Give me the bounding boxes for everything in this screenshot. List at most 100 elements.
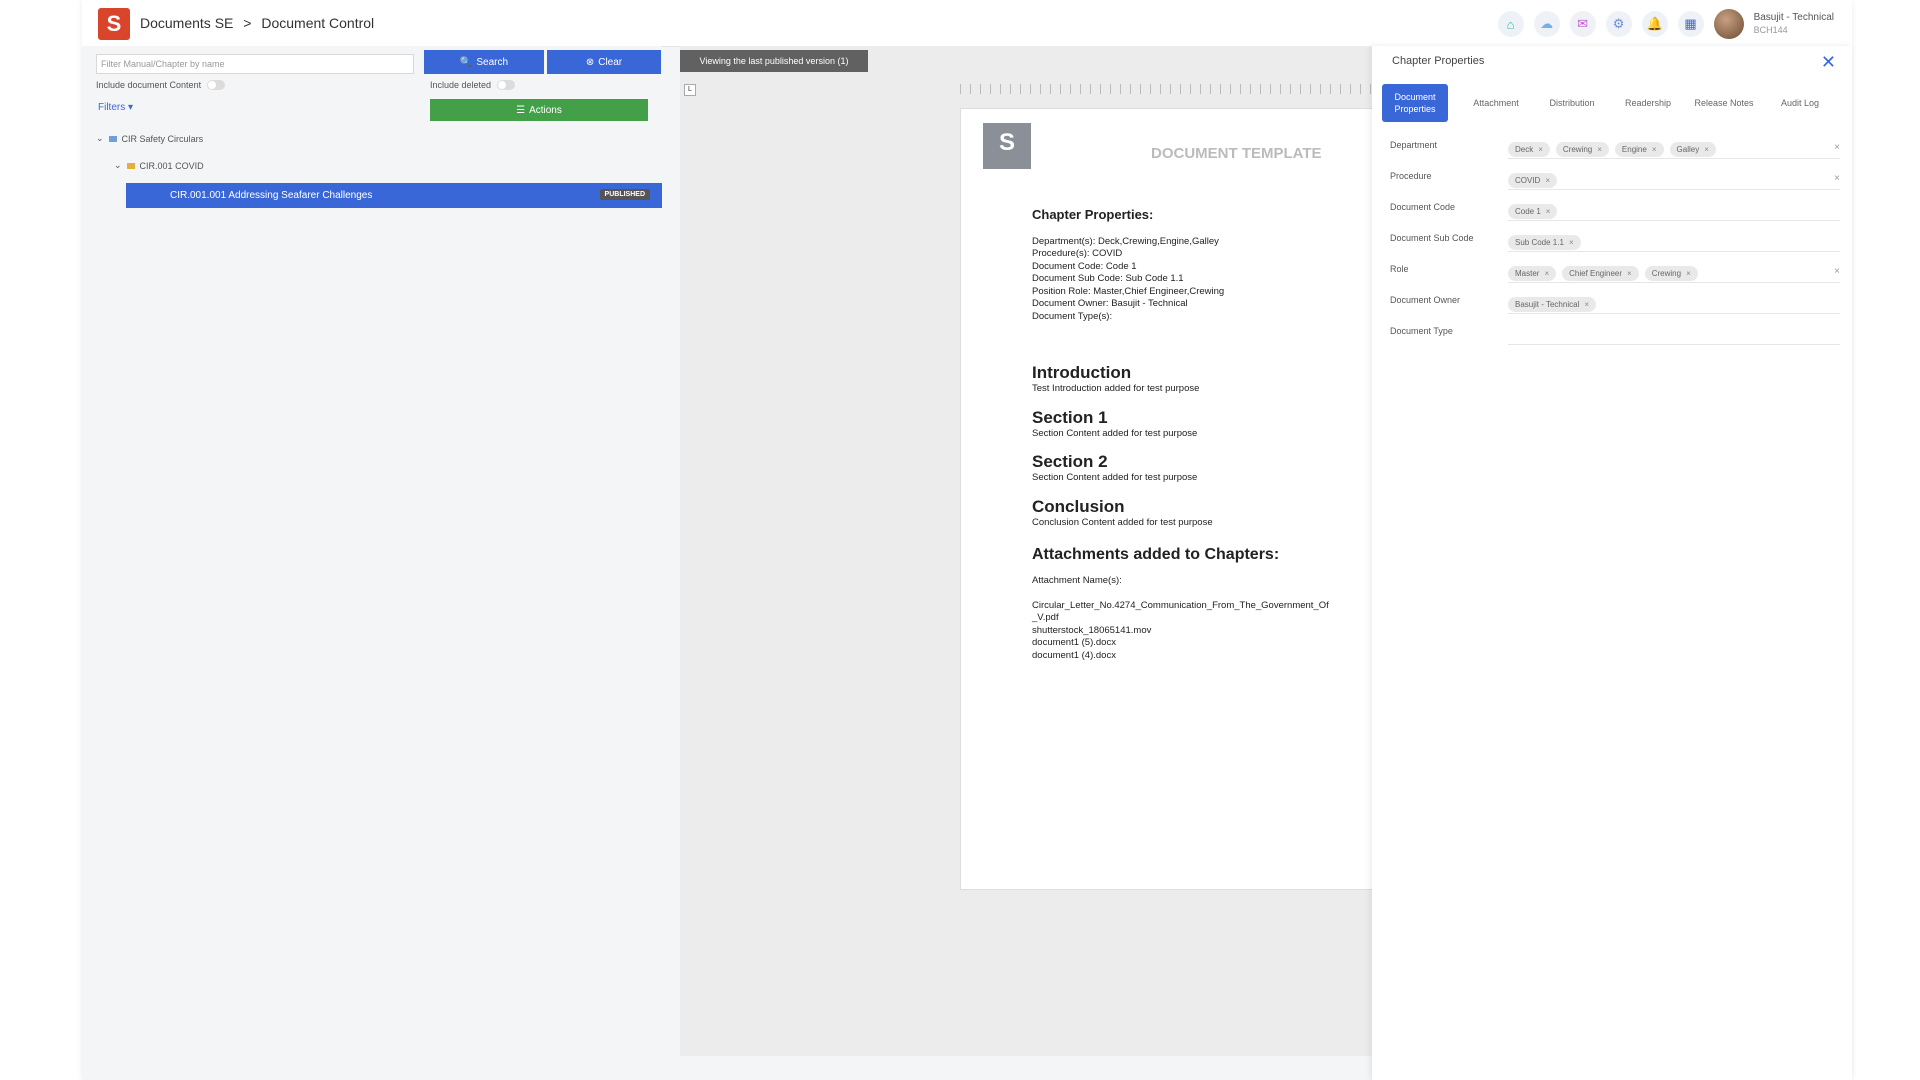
breadcrumb-document-control[interactable]: Document Control — [261, 15, 374, 31]
property-row: Document Sub Code Sub Code 1.1 × — [1390, 229, 1840, 259]
field-underline — [1508, 313, 1840, 314]
close-icon[interactable]: ✕ — [1821, 52, 1836, 73]
chip-remove-icon[interactable]: × — [1544, 269, 1549, 278]
chip-remove-icon[interactable]: × — [1652, 145, 1657, 154]
tab-release-notes[interactable]: Release Notes — [1686, 84, 1762, 122]
section-text: Test Introduction added for test purpose — [1032, 383, 1200, 394]
include-deleted-toggle[interactable] — [497, 80, 516, 90]
include-deleted-label: Include deleted — [430, 80, 492, 90]
document-viewer: Viewing the last published version (1) L… — [680, 46, 1384, 1056]
document-page: S DOCUMENT TEMPLATE Chapter Properties: … — [960, 108, 1384, 890]
chevron-down-icon: ▾ — [128, 102, 134, 113]
mail-icon[interactable]: ✉ — [1569, 11, 1596, 37]
tab-readership[interactable]: Readership — [1610, 84, 1686, 122]
menu-icon: ☰ — [516, 104, 526, 116]
clear-field-icon[interactable]: × — [1834, 173, 1840, 184]
chip-remove-icon[interactable]: × — [1546, 207, 1551, 216]
filter-input[interactable]: Filter Manual/Chapter by name — [96, 54, 414, 74]
property-chips[interactable]: Sub Code 1.1 × — [1508, 235, 1581, 250]
attachment-name: Circular_Letter_No.4274_Communication_Fr… — [1032, 599, 1329, 611]
chip-label: Engine — [1621, 145, 1647, 154]
prop-line: Document Sub Code: Sub Code 1.1 — [1032, 273, 1184, 284]
user-id: BCH144 — [1753, 25, 1788, 35]
chip-remove-icon[interactable]: × — [1627, 269, 1632, 278]
field-underline — [1508, 282, 1840, 283]
property-row: Department Deck × Crewing × Engine × Galley × × — [1390, 136, 1840, 166]
section-title: Introduction — [1032, 363, 1132, 382]
breadcrumb-documents[interactable]: Documents SE — [140, 15, 233, 31]
tab-audit-log[interactable]: Audit Log — [1762, 84, 1838, 122]
attachment-name: document1 (4).docx — [1032, 649, 1116, 661]
clear-label: Clear — [598, 56, 623, 68]
version-banner[interactable]: Viewing the last published version (1) — [680, 50, 868, 72]
property-row: Document Type — [1390, 322, 1840, 352]
chip-label: Basujit - Technical — [1515, 300, 1580, 309]
tab-distribution[interactable]: Distribution — [1534, 84, 1610, 122]
chip-label: COVID — [1515, 176, 1541, 185]
tree-selected-item[interactable]: CIR.001.001 Addressing Seafarer Challeng… — [126, 183, 662, 208]
actions-label: Actions — [529, 104, 562, 116]
include-content-row: Include document Content — [96, 80, 226, 90]
clear-field-icon[interactable]: × — [1834, 266, 1840, 277]
clear-icon: ⊗ — [585, 56, 595, 68]
tree-root[interactable]: ⌄ CIR Safety Circulars — [96, 133, 203, 144]
property-label: Document Owner — [1390, 295, 1461, 305]
filters-dropdown[interactable]: Filters ▾ — [98, 102, 133, 113]
property-chips[interactable]: Code 1 × — [1508, 204, 1558, 219]
left-panel: Filter Manual/Chapter by name 🔍 Search ⊗… — [82, 46, 662, 1080]
tree-child[interactable]: ⌄ CIR.001 COVID — [114, 160, 204, 171]
property-label: Department — [1390, 140, 1438, 150]
prop-line: Department(s): Deck,Crewing,Engine,Galle… — [1032, 235, 1219, 247]
chip-label: Code 1 — [1515, 207, 1541, 216]
chip-remove-icon[interactable]: × — [1686, 269, 1691, 278]
chip-remove-icon[interactable]: × — [1545, 176, 1550, 185]
grid-icon[interactable]: ▦ — [1677, 11, 1704, 37]
field-underline — [1508, 251, 1840, 252]
home-icon[interactable]: ⌂ — [1497, 11, 1524, 37]
cloud-icon[interactable]: ☁ — [1533, 11, 1560, 37]
status-badge: PUBLISHED — [599, 189, 650, 200]
chip-remove-icon[interactable]: × — [1704, 145, 1709, 154]
chip: Engine × — [1614, 142, 1664, 157]
attachments-heading: Attachments added to Chapters: — [1032, 546, 1280, 563]
clear-field-icon[interactable]: × — [1834, 142, 1840, 153]
property-chips[interactable]: COVID × — [1508, 173, 1558, 188]
prop-line: Procedure(s): COVID — [1032, 248, 1123, 259]
actions-button[interactable]: ☰ Actions — [430, 99, 648, 121]
prop-line: Document Type(s): — [1032, 310, 1113, 322]
chip-remove-icon[interactable]: × — [1538, 145, 1543, 154]
chip-label: Crewing — [1651, 269, 1682, 278]
breadcrumb-separator: > — [243, 15, 252, 31]
prop-line: Document Owner: Basujit - Technical — [1032, 298, 1188, 309]
field-underline — [1508, 158, 1840, 159]
user-info[interactable]: Basujit - Technical BCH144 — [1754, 11, 1834, 37]
clear-button[interactable]: ⊗ Clear — [547, 50, 661, 74]
include-content-toggle[interactable] — [207, 80, 226, 90]
chip: Deck × — [1508, 142, 1550, 157]
property-row: Document Owner Basujit - Technical × — [1390, 291, 1840, 321]
ruler-tab-icon[interactable]: L — [684, 84, 696, 96]
property-chips[interactable]: Master × Chief Engineer × Crewing × — [1508, 266, 1698, 281]
field-underline — [1508, 344, 1840, 345]
attachments-label: Attachment Name(s): — [1032, 575, 1122, 586]
property-label: Document Type — [1390, 326, 1453, 336]
tab-document-properties[interactable]: Document Properties — [1382, 84, 1448, 122]
chip-remove-icon[interactable]: × — [1569, 238, 1574, 247]
avatar[interactable] — [1713, 9, 1744, 39]
bell-icon[interactable]: 🔔 — [1641, 11, 1668, 37]
property-chips[interactable]: Deck × Crewing × Engine × Galley × — [1508, 142, 1716, 157]
chip-remove-icon[interactable]: × — [1584, 300, 1589, 309]
settings-icon[interactable]: ⚙ — [1605, 11, 1632, 37]
tree-root-label: CIR Safety Circulars — [121, 133, 204, 144]
app-logo[interactable]: S — [98, 8, 130, 40]
chip: Crewing × — [1555, 142, 1609, 157]
search-button[interactable]: 🔍 Search — [424, 50, 544, 74]
chip: Sub Code 1.1 × — [1508, 235, 1581, 250]
property-chips[interactable]: Basujit - Technical × — [1508, 297, 1596, 312]
section-text: Section Content added for test purpose — [1032, 427, 1198, 439]
tab-attachment[interactable]: Attachment — [1458, 84, 1534, 122]
property-row: Role Master × Chief Engineer × Crewing × × — [1390, 260, 1840, 290]
tree-child-label: CIR.001 COVID — [139, 160, 204, 171]
chip-remove-icon[interactable]: × — [1597, 145, 1602, 154]
attachment-name: _V.pdf — [1032, 612, 1059, 623]
